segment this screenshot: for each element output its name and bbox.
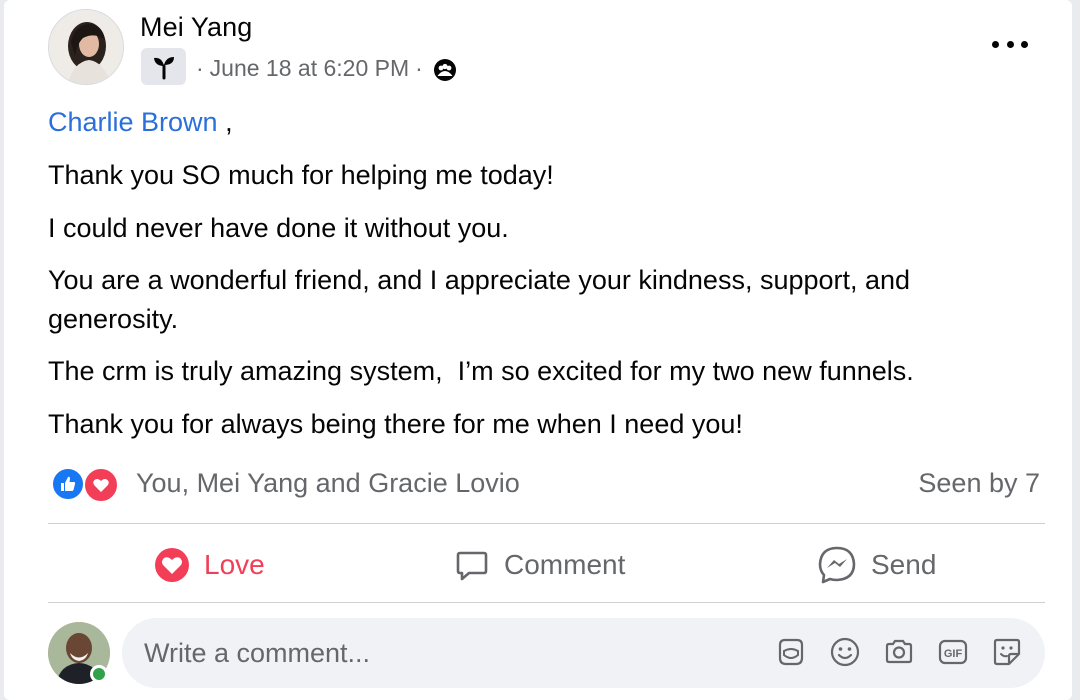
send-label: Send <box>871 549 937 580</box>
love-button[interactable]: Love <box>154 536 265 594</box>
post-paragraph: Thank you for always being there for me … <box>48 409 743 439</box>
divider <box>48 523 1045 524</box>
post-paragraph: The crm is truly amazing system, I’m so … <box>48 356 914 386</box>
divider <box>48 602 1045 603</box>
meta-separator: · <box>415 54 423 81</box>
gif-icon[interactable]: GIF <box>937 636 969 668</box>
comment-input[interactable] <box>144 637 764 669</box>
emoji-icon[interactable] <box>829 636 861 668</box>
comment-composer[interactable]: GIF <box>122 618 1045 688</box>
post-card: Mei Yang · June 18 at 6:20 PM · Charlie … <box>4 0 1072 700</box>
comment-button[interactable]: Comment <box>454 536 625 594</box>
send-button[interactable]: Send <box>817 536 936 594</box>
online-status-dot <box>90 665 108 683</box>
love-icon <box>154 547 190 583</box>
comment-tools: GIF <box>775 636 1023 668</box>
love-reaction-icon <box>83 467 119 503</box>
avatar-sticker-icon[interactable] <box>775 636 807 668</box>
meta-separator: · <box>196 54 204 81</box>
post-paragraph: Thank you SO much for helping me today! <box>48 160 554 190</box>
mention-suffix: , <box>217 107 233 137</box>
sticker-icon[interactable] <box>991 636 1023 668</box>
svg-text:GIF: GIF <box>944 648 963 660</box>
post-paragraph: I could never have done it without you. <box>48 213 509 243</box>
author-avatar[interactable] <box>48 9 124 85</box>
comment-bubble-icon <box>454 547 490 583</box>
post-paragraph: You are a wonderful friend, and I apprec… <box>48 265 911 334</box>
like-reaction-icon <box>51 467 85 501</box>
camera-icon[interactable] <box>883 636 915 668</box>
reaction-icons[interactable] <box>51 465 126 503</box>
comment-label: Comment <box>504 549 626 580</box>
mention-link[interactable]: Charlie Brown <box>48 107 218 137</box>
author-name[interactable]: Mei Yang <box>140 12 252 43</box>
messenger-icon <box>817 545 857 585</box>
seen-count[interactable]: Seen by 7 <box>918 468 1040 499</box>
sprout-icon[interactable] <box>141 48 186 85</box>
group-audience-icon[interactable] <box>433 58 457 82</box>
love-label: Love <box>204 549 265 580</box>
mention-line: Charlie Brown , <box>48 107 233 138</box>
post-meta: · June 18 at 6:20 PM · <box>190 54 457 82</box>
more-options-icon[interactable] <box>992 28 1028 60</box>
reaction-names[interactable]: You, Mei Yang and Gracie Lovio <box>136 468 520 499</box>
post-timestamp[interactable]: June 18 at 6:20 PM <box>210 55 409 82</box>
